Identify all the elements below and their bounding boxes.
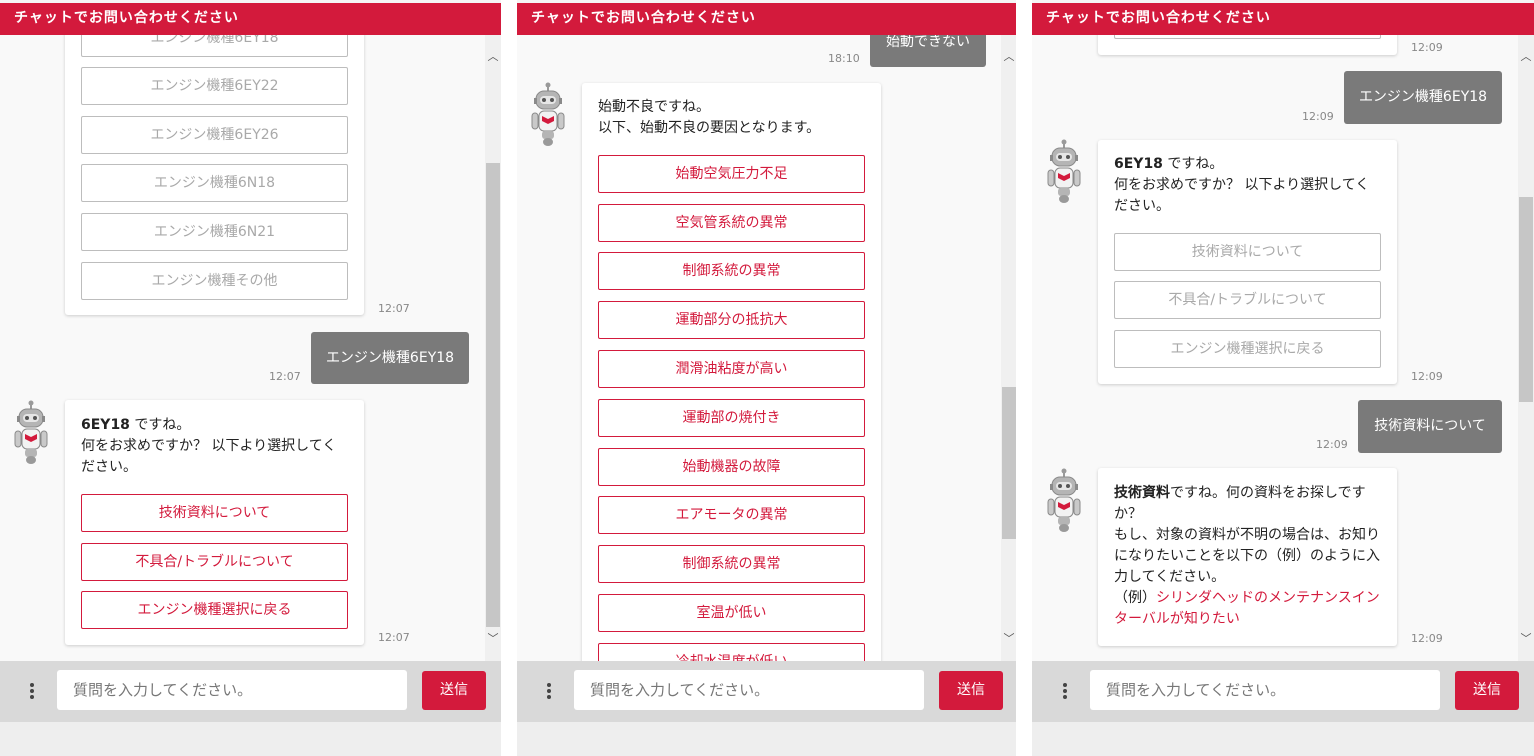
cause-option-button[interactable]: 制御系統の異常 bbox=[598, 545, 865, 583]
user-message: エンジン機種6EY18 bbox=[1344, 71, 1502, 124]
footer-spacer bbox=[0, 722, 501, 756]
input-bar: 送信 bbox=[1032, 661, 1534, 722]
input-bar: 送信 bbox=[0, 661, 501, 722]
option-back-button[interactable]: エンジン機種選択に戻る bbox=[81, 591, 348, 629]
chat-log: 12:09 エンジン機種6EY18 12:09 6EY18 ですね。 何をお求め… bbox=[1032, 35, 1518, 661]
chat-panel-2: チャットでお問い合わせください 始動できない 18:10 始動不良ですね。 以下… bbox=[517, 0, 1016, 756]
scrollbar[interactable]: ︿ ﹀ bbox=[1001, 35, 1016, 661]
cause-option-button[interactable]: 空気管系統の異常 bbox=[598, 204, 865, 242]
chevron-down-icon[interactable]: ﹀ bbox=[485, 631, 501, 647]
kebab-menu-icon[interactable] bbox=[544, 681, 554, 703]
robot-avatar-icon bbox=[11, 399, 51, 465]
cause-option-button[interactable]: 冷却水温度が低い bbox=[598, 643, 865, 661]
scroll-thumb[interactable] bbox=[486, 163, 500, 627]
chat-header: チャットでお問い合わせください bbox=[1032, 3, 1534, 35]
scroll-thumb[interactable] bbox=[1002, 387, 1016, 539]
chat-panel-1: チャットでお問い合わせください エンジン機種6EY18 エンジン機種6EY22 … bbox=[0, 0, 501, 756]
chevron-up-icon[interactable]: ︿ bbox=[1001, 49, 1016, 65]
engine-option: エンジン機種6N21 bbox=[81, 213, 348, 251]
timestamp: 12:09 bbox=[1316, 438, 1348, 451]
cause-option-button[interactable]: 運動部分の抵抗大 bbox=[598, 301, 865, 339]
question-input[interactable] bbox=[57, 670, 407, 710]
option-trouble-button: 不具合/トラブルについて bbox=[1114, 281, 1381, 319]
chat-log: 始動できない 18:10 始動不良ですね。 以下、始動不良の要因となります。 始… bbox=[517, 35, 1001, 661]
send-button[interactable]: 送信 bbox=[422, 671, 486, 710]
scrollbar[interactable]: ︿ ﹀ bbox=[1518, 35, 1534, 661]
timestamp: 12:09 bbox=[1411, 41, 1443, 54]
option-tech-docs-button[interactable]: 技術資料について bbox=[81, 494, 348, 532]
engine-option bbox=[1114, 35, 1381, 39]
robot-avatar-icon bbox=[1044, 138, 1084, 204]
option-back-button: エンジン機種選択に戻る bbox=[1114, 330, 1381, 368]
bot-message-text: 6EY18 ですね。 何をお求めですか？ 以下より選択してく ださい。 bbox=[1114, 156, 1370, 214]
option-tech-docs-button: 技術資料について bbox=[1114, 233, 1381, 271]
timestamp: 12:07 bbox=[378, 302, 410, 315]
engine-option: エンジン機種その他 bbox=[81, 262, 348, 300]
engine-option: エンジン機種6EY18 bbox=[81, 35, 348, 57]
chat-header: チャットでお問い合わせください bbox=[517, 3, 1016, 35]
engine-option: エンジン機種6EY22 bbox=[81, 67, 348, 105]
timestamp: 12:09 bbox=[1411, 370, 1443, 383]
scroll-thumb[interactable] bbox=[1519, 197, 1533, 402]
chat-panel-3: チャットでお問い合わせください 12:09 エンジン機種6EY18 12:09 … bbox=[1032, 0, 1534, 756]
timestamp: 12:07 bbox=[269, 370, 301, 383]
footer-spacer bbox=[517, 722, 1016, 756]
chevron-up-icon[interactable]: ︿ bbox=[1518, 49, 1534, 65]
cause-option-button[interactable]: 制御系統の異常 bbox=[598, 252, 865, 290]
engine-option: エンジン機種6N18 bbox=[81, 164, 348, 202]
cause-option-button[interactable]: エアモータの異常 bbox=[598, 496, 865, 534]
timestamp: 12:09 bbox=[1411, 632, 1443, 645]
user-message: 技術資料について bbox=[1358, 400, 1502, 453]
chat-log: エンジン機種6EY18 エンジン機種6EY22 エンジン機種6EY26 エンジン… bbox=[0, 35, 485, 661]
scrollbar[interactable]: ︿ ﹀ bbox=[485, 35, 501, 661]
timestamp: 12:09 bbox=[1302, 110, 1334, 123]
cause-option-button[interactable]: 運動部の焼付き bbox=[598, 399, 865, 437]
question-input[interactable] bbox=[574, 670, 924, 710]
send-button[interactable]: 送信 bbox=[1455, 671, 1519, 710]
cause-option-button[interactable]: 潤滑油粘度が高い bbox=[598, 350, 865, 388]
chevron-up-icon[interactable]: ︿ bbox=[485, 49, 501, 65]
kebab-menu-icon[interactable] bbox=[27, 681, 37, 703]
kebab-menu-icon[interactable] bbox=[1060, 681, 1070, 703]
timestamp: 18:10 bbox=[828, 52, 860, 65]
robot-avatar-icon bbox=[1044, 467, 1084, 533]
chat-header: チャットでお問い合わせください bbox=[0, 3, 501, 35]
bot-message-text: 6EY18 ですね。 何をお求めですか？ 以下より選択してく ださい。 bbox=[81, 417, 337, 475]
cause-option-button[interactable]: 室温が低い bbox=[598, 594, 865, 632]
user-message: エンジン機種6EY18 bbox=[311, 332, 469, 384]
robot-avatar-icon bbox=[528, 81, 568, 147]
bot-message-text: 技術資料ですね。何の資料をお探しです か？ もし、対象の資料が不明の場合は、お知… bbox=[1114, 485, 1380, 627]
bot-message-text: 始動不良ですね。 以下、始動不良の要因となります。 bbox=[598, 99, 821, 136]
chevron-down-icon[interactable]: ﹀ bbox=[1001, 631, 1016, 647]
send-button[interactable]: 送信 bbox=[939, 671, 1003, 710]
option-trouble-button[interactable]: 不具合/トラブルについて bbox=[81, 543, 348, 581]
chevron-down-icon[interactable]: ﹀ bbox=[1518, 631, 1534, 647]
timestamp: 12:07 bbox=[378, 631, 410, 644]
question-input[interactable] bbox=[1090, 670, 1440, 710]
user-message: 始動できない bbox=[870, 35, 986, 67]
engine-option: エンジン機種6EY26 bbox=[81, 116, 348, 154]
input-bar: 送信 bbox=[517, 661, 1016, 722]
cause-option-button[interactable]: 始動機器の故障 bbox=[598, 448, 865, 486]
cause-option-button[interactable]: 始動空気圧力不足 bbox=[598, 155, 865, 193]
footer-spacer bbox=[1032, 722, 1534, 756]
